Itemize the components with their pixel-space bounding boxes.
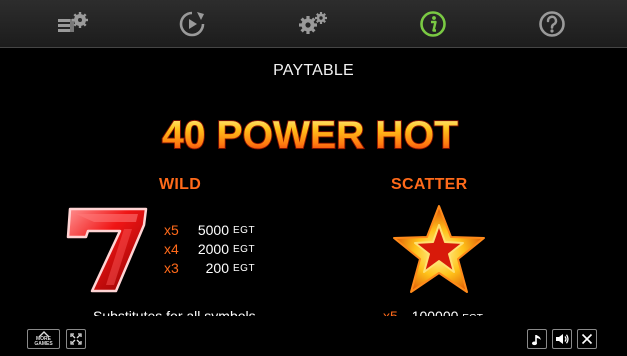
autoplay-button[interactable] <box>129 0 254 47</box>
music-button[interactable] <box>527 329 547 349</box>
payout-multiplier: x3 <box>164 260 179 276</box>
more-games-icon: MORE GAMES <box>30 331 58 347</box>
top-toolbar <box>0 0 627 48</box>
payout-row: x4 2000 EGT <box>164 241 284 260</box>
fullscreen-button[interactable] <box>66 329 86 349</box>
game-title: 40 POWER HOT <box>162 114 458 157</box>
payout-amount: 2000 <box>197 241 229 257</box>
wild-title: WILD <box>159 176 202 193</box>
payout-currency: EGT <box>233 263 256 274</box>
page-title: PAYTABLE <box>273 62 354 79</box>
close-button[interactable] <box>577 329 597 349</box>
gears-icon <box>298 11 327 34</box>
music-icon <box>532 334 541 345</box>
settings-list-button[interactable] <box>10 0 135 47</box>
fullscreen-icon <box>70 333 82 345</box>
options-button[interactable] <box>250 0 375 47</box>
list-settings-icon <box>57 11 88 32</box>
sound-icon <box>556 334 569 344</box>
payout-currency: EGT <box>233 225 256 236</box>
payout-currency: EGT <box>233 244 256 255</box>
help-button[interactable] <box>489 0 614 47</box>
more-games-button[interactable]: MORE GAMES <box>27 329 60 349</box>
replay-icon <box>179 11 204 36</box>
star-icon <box>393 205 485 293</box>
close-icon <box>581 333 593 345</box>
question-icon <box>538 10 565 37</box>
payout-multiplier: x5 <box>164 222 179 238</box>
info-icon <box>419 10 446 37</box>
payout-row: x5 5000 EGT <box>164 222 284 241</box>
game-logo: 40 POWER HOT <box>161 113 459 158</box>
payout-amount: 200 <box>205 260 229 276</box>
payout-multiplier: x4 <box>164 241 179 257</box>
sound-button[interactable] <box>552 329 572 349</box>
wild-payouts: x5 5000 EGT x4 2000 EGT x3 200 EGT <box>164 222 284 279</box>
info-button[interactable] <box>370 0 495 47</box>
more-games-label: MORE GAMES <box>34 336 53 347</box>
red-seven-icon <box>66 207 148 293</box>
payout-row: x3 200 EGT <box>164 260 284 279</box>
bottom-toolbar: MORE GAMES <box>0 316 627 356</box>
payout-amount: 5000 <box>197 222 229 238</box>
scatter-title: SCATTER <box>391 176 468 193</box>
